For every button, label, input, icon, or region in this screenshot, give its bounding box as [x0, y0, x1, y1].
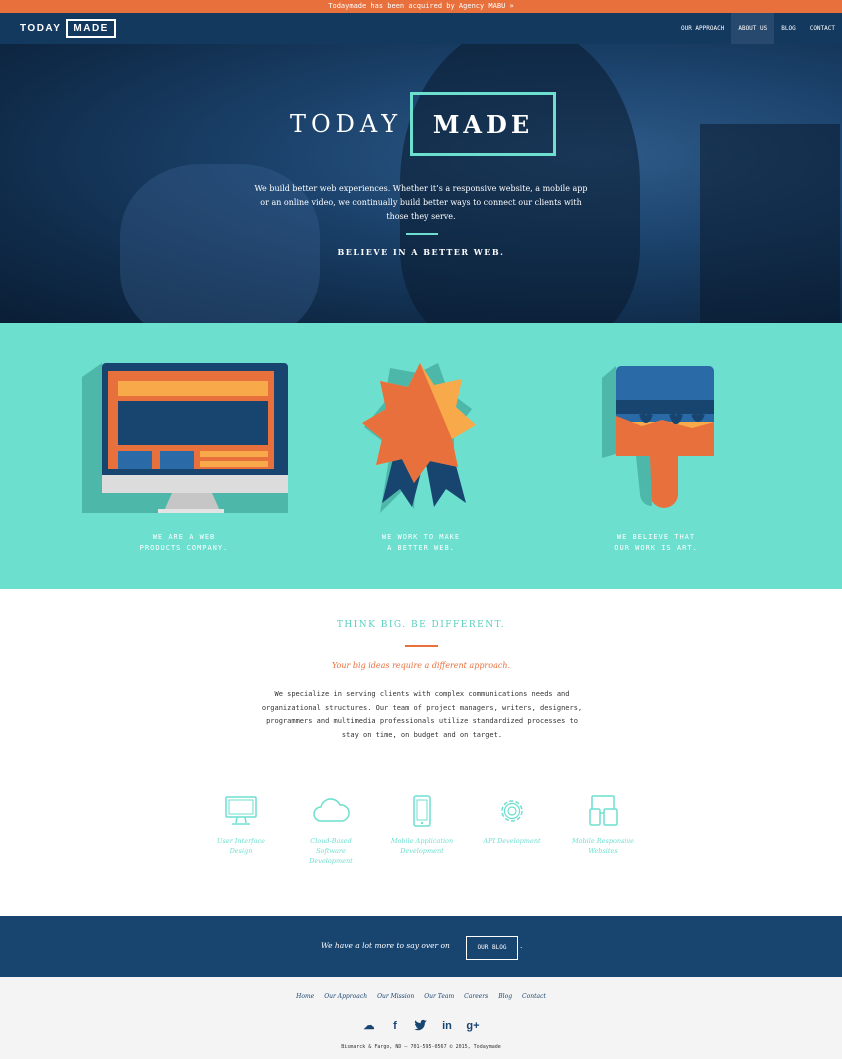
- about-subheading: Your big ideas require a different appro…: [331, 661, 511, 670]
- footer-link-our-approach[interactable]: Our Approach: [324, 993, 367, 1000]
- monitor-icon: [82, 363, 288, 513]
- nav-link-contact[interactable]: CONTACT: [803, 13, 842, 44]
- twitter-icon[interactable]: [413, 1019, 429, 1033]
- hero-divider: [406, 233, 438, 235]
- service-label: User Interface Design: [217, 837, 265, 855]
- copyright: Bismarck & Fargo, ND — 701-595-0567 © 20…: [341, 1044, 501, 1050]
- about-heading: THINK BIG. BE DIFFERENT.: [336, 620, 506, 630]
- paint-brush-icon: [602, 366, 714, 508]
- service-label: Mobile Responsive Websites: [571, 837, 635, 855]
- hero-description: We build better web experiences. Whether…: [254, 184, 588, 221]
- devices-icon: [589, 795, 618, 826]
- feature-caption-better-web: WE WORK TO MAKE A BETTER WEB.: [381, 533, 461, 552]
- service-label: Cloud-Based Software Development: [309, 837, 353, 865]
- nav-link-blog[interactable]: BLOG: [774, 13, 802, 44]
- hero-title-today: TODAY: [290, 110, 403, 138]
- about-divider: [405, 645, 438, 647]
- social-links: ☁ f in g+: [0, 1019, 842, 1033]
- footer-link-our-mission[interactable]: Our Mission: [377, 993, 414, 1000]
- our-blog-button[interactable]: OUR BLOG: [466, 936, 518, 960]
- hero-photo-window: [700, 124, 840, 323]
- footer-link-careers[interactable]: Careers: [464, 993, 488, 1000]
- gear-icon: [501, 800, 523, 822]
- service-label: API Development: [483, 837, 541, 845]
- footer-link-blog[interactable]: Blog: [498, 993, 512, 1000]
- footer-link-home[interactable]: Home: [296, 993, 314, 1000]
- blog-cta-text: We have a lot more to say over on: [321, 941, 450, 950]
- service-cloud-software[interactable]: Cloud-Based Software Development: [286, 795, 376, 866]
- hero-title-made: MADE: [410, 92, 556, 156]
- announcement-bar[interactable]: Todaymade has been acquired by Agency MA…: [0, 0, 842, 13]
- service-responsive-websites[interactable]: Mobile Responsive Websites: [558, 795, 648, 856]
- award-ribbon-icon: [362, 363, 476, 513]
- blog-cta-banner: We have a lot more to say over on OUR BL…: [0, 916, 842, 977]
- service-ui-design[interactable]: User Interface Design: [196, 795, 286, 856]
- logo-today: TODAY: [20, 23, 62, 34]
- logo-made: MADE: [66, 19, 116, 38]
- logo[interactable]: TODAY MADE: [20, 19, 116, 38]
- nav-link-our-approach[interactable]: OUR APPROACH: [674, 13, 731, 44]
- top-navigation: TODAY MADE OUR APPROACH ABOUT US BLOG CO…: [0, 13, 842, 44]
- google-plus-icon[interactable]: g+: [465, 1019, 481, 1033]
- hero-banner: TODAY MADE We build better web experienc…: [0, 44, 842, 323]
- hero-title: TODAY MADE: [290, 92, 556, 156]
- hero-tagline: BELIEVE IN A BETTER WEB.: [337, 247, 505, 257]
- facebook-icon[interactable]: f: [387, 1019, 403, 1033]
- feature-caption-web-products: WE ARE A WEB PRODUCTS COMPANY.: [139, 533, 229, 552]
- feature-caption-work-is-art: WE BELIEVE THAT OUR WORK IS ART.: [614, 533, 698, 552]
- cloud-icon[interactable]: ☁: [361, 1019, 377, 1033]
- nav-links: OUR APPROACH ABOUT US BLOG CONTACT: [674, 13, 842, 44]
- service-label: Mobile Application Development: [390, 837, 454, 855]
- cloud-icon: [313, 798, 350, 822]
- twitter-bird-glyph: [414, 1019, 427, 1031]
- footer-link-contact[interactable]: Contact: [522, 993, 546, 1000]
- footer: Home Our Approach Our Mission Our Team C…: [0, 977, 842, 1059]
- service-mobile-app[interactable]: Mobile Application Development: [377, 795, 467, 856]
- monitor-outline-icon: [225, 796, 257, 825]
- service-api-development[interactable]: API Development: [467, 795, 557, 846]
- footer-link-our-team[interactable]: Our Team: [424, 993, 454, 1000]
- phone-icon: [413, 795, 431, 827]
- about-body: We specialize in serving clients with co…: [261, 690, 583, 739]
- footer-links: Home Our Approach Our Mission Our Team C…: [0, 993, 842, 1000]
- blog-cta-period: .: [520, 941, 523, 950]
- features-section: WE ARE A WEB PRODUCTS COMPANY. WE WORK T…: [0, 323, 842, 589]
- linkedin-icon[interactable]: in: [439, 1019, 455, 1033]
- nav-link-about-us[interactable]: ABOUT US: [731, 13, 775, 44]
